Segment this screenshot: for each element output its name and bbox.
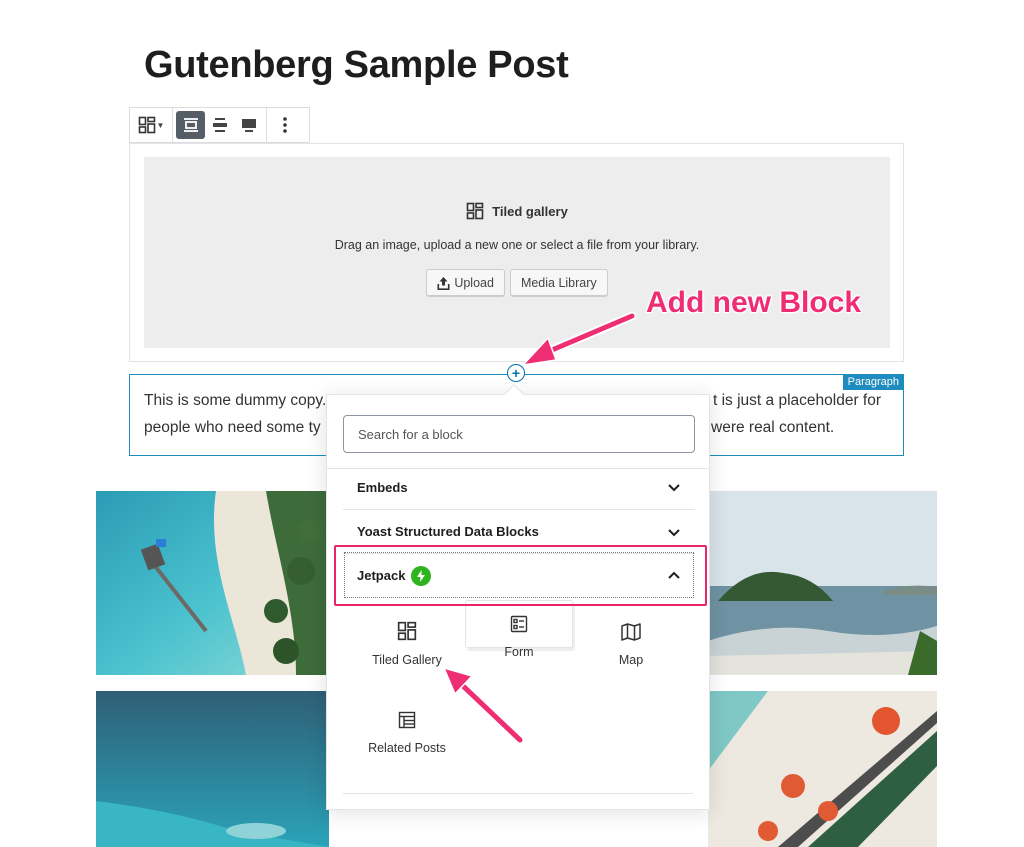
form-icon bbox=[510, 615, 528, 633]
gallery-photo-ocean-boat bbox=[96, 691, 329, 847]
tiled-gallery-block[interactable]: Tiled gallery Drag an image, upload a ne… bbox=[129, 143, 904, 362]
upload-button-label: Upload bbox=[454, 276, 494, 290]
block-type-badge: Paragraph bbox=[842, 374, 904, 390]
chevron-down-icon bbox=[668, 484, 680, 492]
align-full-button[interactable] bbox=[234, 111, 263, 139]
block-type-switcher-button[interactable]: ▼ bbox=[133, 111, 169, 139]
block-item-label: Tiled Gallery bbox=[372, 653, 442, 667]
related-posts-icon bbox=[398, 711, 416, 729]
placeholder-instructions: Drag an image, upload a new one or selec… bbox=[334, 238, 700, 252]
gallery-photo-beach-umbrellas bbox=[708, 691, 937, 847]
paragraph-text-line-2-end[interactable]: were real content. bbox=[711, 419, 834, 437]
block-item-form[interactable]: Form bbox=[463, 605, 575, 679]
upload-button[interactable]: Upload bbox=[426, 269, 505, 297]
block-inserter-popover: Embeds Yoast Structured Data Blocks Jetp… bbox=[326, 384, 710, 810]
block-item-label: Map bbox=[618, 653, 644, 667]
paragraph-text-line-1-end[interactable]: t is just a placeholder for bbox=[713, 392, 881, 410]
tiled-gallery-icon bbox=[397, 621, 417, 641]
block-toolbar: ▼ bbox=[129, 107, 310, 143]
block-item-tiled-gallery[interactable]: Tiled Gallery bbox=[351, 613, 463, 687]
post-title[interactable]: Gutenberg Sample Post bbox=[144, 44, 569, 87]
panel-embeds[interactable]: Embeds bbox=[343, 465, 695, 509]
align-wide-icon bbox=[183, 118, 198, 132]
map-icon bbox=[621, 623, 641, 641]
annotation-label: Add new Block bbox=[646, 286, 862, 319]
tiled-gallery-icon bbox=[138, 116, 155, 134]
block-item-label: Related Posts bbox=[368, 741, 446, 755]
gallery-photo-island bbox=[708, 491, 937, 675]
paragraph-text-line-1[interactable]: This is some dummy copy. Y bbox=[144, 392, 341, 410]
align-wide-button[interactable] bbox=[176, 111, 205, 139]
block-search-input[interactable] bbox=[343, 415, 695, 453]
block-item-related-posts[interactable]: Related Posts bbox=[351, 701, 463, 775]
block-item-map[interactable]: Map bbox=[575, 613, 687, 687]
panel-yoast[interactable]: Yoast Structured Data Blocks bbox=[343, 509, 695, 553]
align-center-button[interactable] bbox=[205, 111, 234, 139]
block-item-label: Form bbox=[504, 645, 534, 659]
add-block-plus-icon[interactable]: + bbox=[507, 364, 525, 382]
gallery-photo-beach-pier bbox=[96, 491, 329, 675]
more-options-button[interactable] bbox=[270, 111, 299, 139]
tiled-gallery-icon bbox=[466, 202, 484, 220]
upload-icon bbox=[437, 276, 450, 290]
panel-embeds-label: Embeds bbox=[357, 479, 408, 495]
chevron-down-icon: ▼ bbox=[156, 120, 165, 130]
paragraph-text-line-2[interactable]: people who need some ty bbox=[144, 419, 321, 437]
more-vertical-icon bbox=[282, 117, 287, 133]
placeholder-title: Tiled gallery bbox=[144, 202, 890, 220]
align-full-icon bbox=[241, 119, 256, 132]
chevron-down-icon bbox=[668, 528, 680, 536]
panel-yoast-label: Yoast Structured Data Blocks bbox=[357, 524, 539, 539]
media-library-button[interactable]: Media Library bbox=[509, 269, 608, 297]
placeholder-title-label: Tiled gallery bbox=[492, 203, 568, 219]
align-center-icon bbox=[212, 118, 227, 132]
